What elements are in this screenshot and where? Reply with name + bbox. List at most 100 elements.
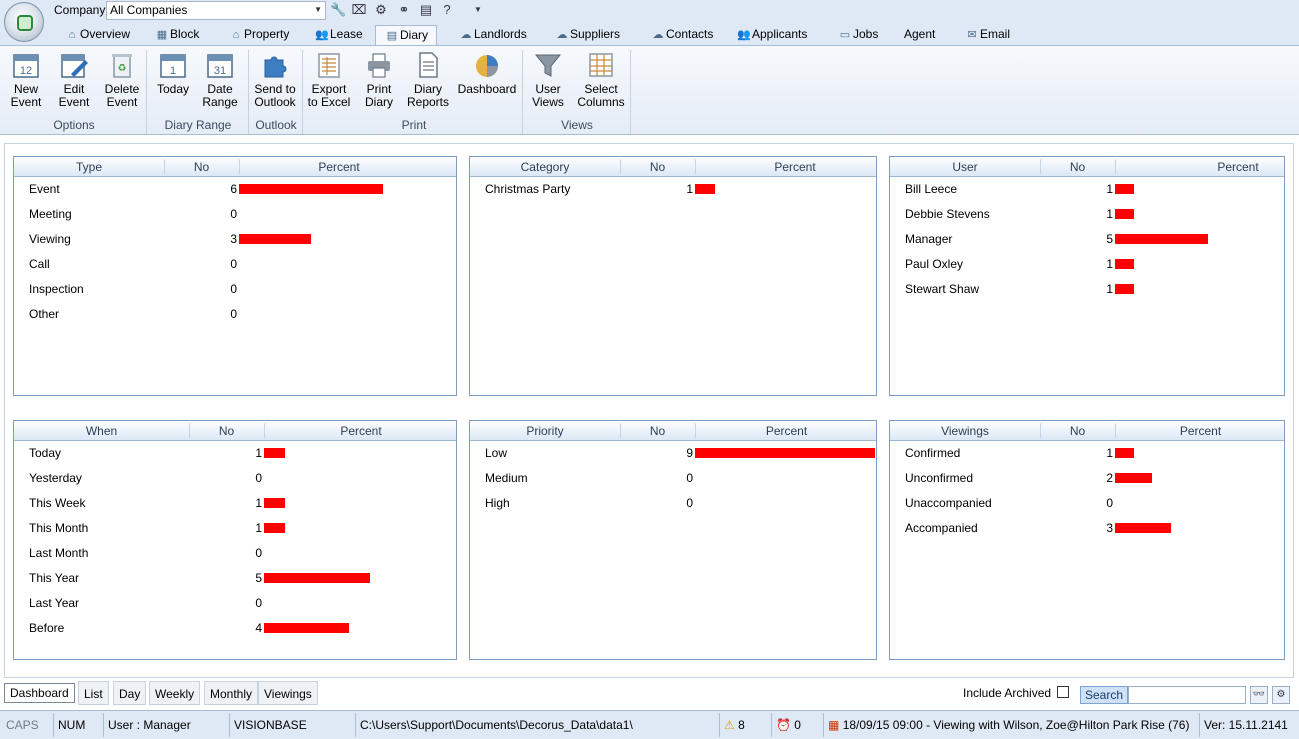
row-label: Other xyxy=(29,307,60,321)
priority-summary-panel: Priority No Percent Low 9 Medium 0 High 0 xyxy=(469,420,877,660)
search-button[interactable]: Search xyxy=(1080,686,1128,704)
row-count: 0 xyxy=(230,282,237,296)
column-header-name[interactable]: Viewings xyxy=(890,424,1040,438)
column-header-name[interactable]: Category xyxy=(470,160,620,174)
application-menu-button[interactable] xyxy=(4,2,44,42)
camera-icon[interactable]: ⌧ xyxy=(351,2,367,18)
tab-agent[interactable]: Agent xyxy=(902,25,935,46)
tab-contacts[interactable]: ☁ Contacts xyxy=(648,25,714,46)
row-count: 5 xyxy=(255,571,262,585)
percent-bar xyxy=(264,498,285,508)
row-label: This Year xyxy=(29,571,80,585)
category-summary-panel: Category No Percent Christmas Party 1 xyxy=(469,156,877,396)
column-header-name[interactable]: Priority xyxy=(470,424,620,438)
include-archived-checkbox[interactable] xyxy=(1057,686,1069,698)
percent-bar xyxy=(1115,234,1208,244)
when-summary-panel: When No Percent Today 1 Yesterday 0 This Week 1 T… xyxy=(13,420,457,660)
view-tab-day[interactable]: Day xyxy=(113,681,147,705)
print-diary-button[interactable]: Print Diary xyxy=(358,50,400,109)
view-tab-dashboard[interactable]: Dashboard xyxy=(4,683,75,703)
export-to-excel-button[interactable]: Export to Excel xyxy=(306,50,352,109)
jobs-icon: ▭ xyxy=(839,29,851,41)
column-header-percent[interactable]: Percent xyxy=(695,424,878,438)
company-select[interactable]: All Companies ▼ xyxy=(106,1,326,20)
row-label: Debbie Stevens xyxy=(905,207,990,221)
row-count: 0 xyxy=(686,471,693,485)
column-header-percent[interactable]: Percent xyxy=(1115,160,1299,174)
column-header-percent[interactable]: Percent xyxy=(239,160,439,174)
tab-landlords[interactable]: ☁ Landlords xyxy=(456,25,527,46)
column-header-no[interactable]: No xyxy=(1040,424,1115,438)
column-header-no[interactable]: No xyxy=(1040,160,1115,174)
column-header-percent[interactable]: Percent xyxy=(264,424,458,438)
search-input[interactable] xyxy=(1128,686,1246,704)
next-appointment[interactable]: ▦ 18/09/15 09:00 - Viewing with Wilson, … xyxy=(824,713,1200,737)
tab-label: Diary xyxy=(400,28,429,42)
column-header-no[interactable]: No xyxy=(620,424,695,438)
alarms-indicator[interactable]: ⏰ 0 xyxy=(772,713,824,737)
ribbon-separator xyxy=(146,50,147,134)
tab-label: Contacts xyxy=(666,27,714,41)
calendar-edit-icon xyxy=(61,54,88,78)
column-header-percent[interactable]: Percent xyxy=(1115,424,1286,438)
tab-property[interactable]: ⌂ Property xyxy=(226,25,290,46)
row-label: This Week xyxy=(29,496,86,510)
summary-row: Today 1 xyxy=(14,444,456,462)
row-count: 0 xyxy=(230,207,237,221)
dropdown-arrow-icon[interactable]: ▼ xyxy=(470,2,486,18)
today-button[interactable]: 1 Today xyxy=(154,50,192,96)
column-header-percent[interactable]: Percent xyxy=(695,160,895,174)
warnings-indicator[interactable]: ⚠ 8 xyxy=(720,713,772,737)
tab-label: Applicants xyxy=(752,27,808,41)
date-range-button[interactable]: 31 Date Range xyxy=(200,50,240,109)
percent-bar xyxy=(1115,473,1152,483)
wrench-icon[interactable]: 🔧 xyxy=(330,2,346,18)
select-columns-button[interactable]: Select Columns xyxy=(576,50,626,109)
row-label: Yesterday xyxy=(29,471,82,485)
view-tab-viewings[interactable]: Viewings xyxy=(258,681,318,705)
current-user: User : Manager xyxy=(104,713,230,737)
lease-icon: 👥 xyxy=(315,29,329,41)
binoculars-icon[interactable]: 👓 xyxy=(1250,686,1268,704)
search-options-icon[interactable]: ⚙ xyxy=(1272,686,1290,704)
tab-overview[interactable]: ⌂ Overview xyxy=(62,25,130,46)
tab-label: Suppliers xyxy=(570,27,621,41)
column-header-no[interactable]: No xyxy=(620,160,695,174)
svg-text:1: 1 xyxy=(170,65,176,77)
tab-diary[interactable]: ▤ Diary xyxy=(375,25,438,46)
network-icon[interactable]: ⚙ xyxy=(373,2,389,18)
diary-reports-button[interactable]: Diary Reports xyxy=(404,50,452,109)
send-to-outlook-button[interactable]: Send to Outlook xyxy=(252,50,298,109)
view-tab-weekly[interactable]: Weekly xyxy=(149,681,201,705)
column-header-no[interactable]: No xyxy=(189,424,264,438)
new-event-button[interactable]: 12 New Event xyxy=(6,50,46,109)
summary-row: Unconfirmed 2 xyxy=(890,469,1284,487)
tab-email[interactable]: ✉ Email xyxy=(962,25,1010,46)
tab-suppliers[interactable]: ☁ Suppliers xyxy=(552,25,621,46)
column-header-name[interactable]: When xyxy=(14,424,189,438)
help-icon[interactable]: ? xyxy=(439,2,455,18)
tab-applicants[interactable]: 👥Applicants xyxy=(734,25,807,46)
app-logo-icon xyxy=(17,15,33,31)
column-separator xyxy=(264,423,265,438)
view-tab-list[interactable]: List xyxy=(78,681,109,705)
dashboard-button[interactable]: Dashboard xyxy=(456,50,518,96)
ribbon-separator xyxy=(248,50,249,134)
view-tab-monthly[interactable]: Monthly xyxy=(204,681,259,705)
delete-event-button[interactable]: ♻ Delete Event xyxy=(102,50,142,109)
user-views-button[interactable]: User Views xyxy=(528,50,568,109)
row-label: Event xyxy=(29,182,60,196)
column-header-no[interactable]: No xyxy=(164,160,239,174)
document-icon[interactable]: ▤ xyxy=(418,2,434,18)
tab-jobs[interactable]: ▭ Jobs xyxy=(835,25,879,46)
ribbon-group-options: Options xyxy=(53,118,95,132)
summary-row: Manager 5 xyxy=(890,230,1284,248)
tab-block[interactable]: ▦ Block xyxy=(152,25,200,46)
include-archived-label: Include Archived xyxy=(963,686,1052,700)
column-header-name[interactable]: Type xyxy=(14,160,164,174)
edit-event-button[interactable]: Edit Event xyxy=(54,50,94,109)
tab-lease[interactable]: 👥Lease xyxy=(312,25,363,46)
hierarchy-icon[interactable]: ⚭ xyxy=(396,2,412,18)
viewings-summary-panel: Viewings No Percent Confirmed 1 Unconfirmed 2 U… xyxy=(889,420,1285,660)
column-header-name[interactable]: User xyxy=(890,160,1040,174)
